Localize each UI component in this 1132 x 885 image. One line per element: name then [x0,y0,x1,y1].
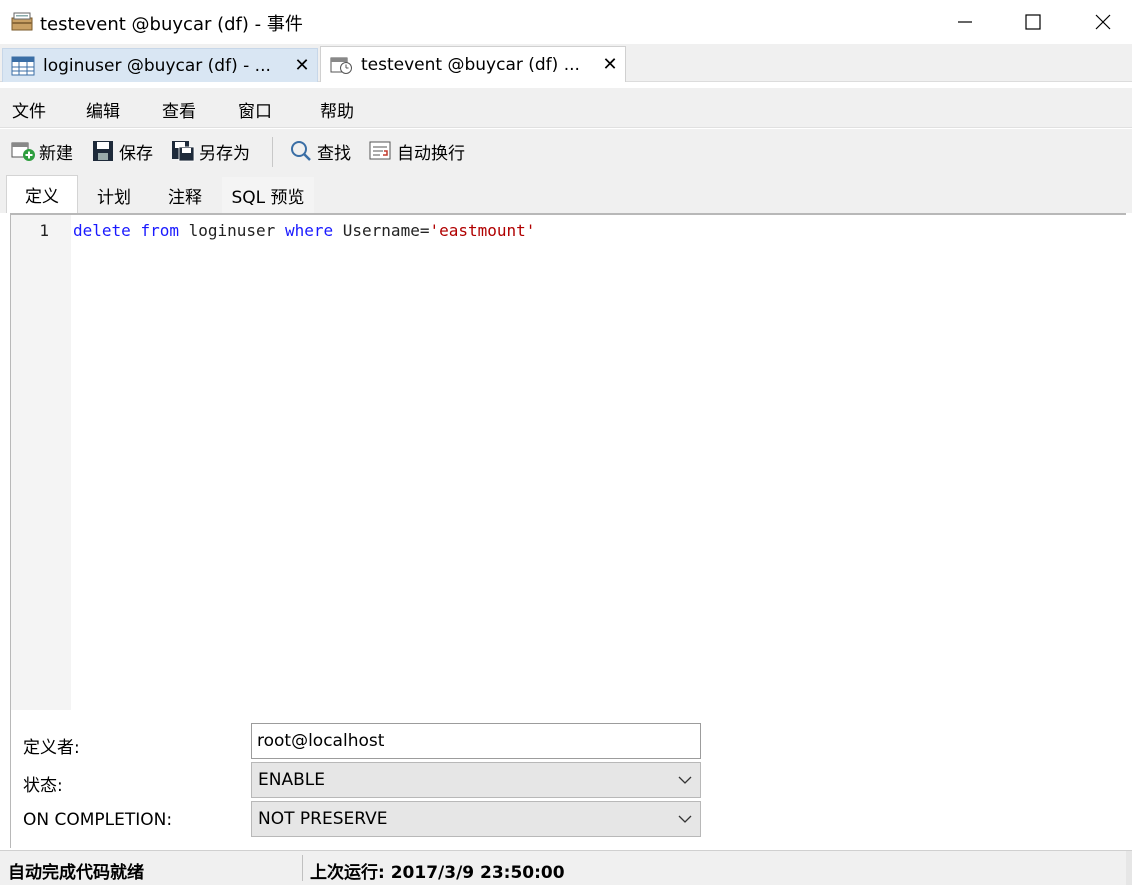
menu-window[interactable]: 窗口 [238,97,272,122]
menu-bar: 文件 编辑 查看 窗口 帮助 [0,88,1132,128]
maximize-icon [1025,14,1041,30]
tab-sql-preview[interactable]: SQL 预览 [222,177,314,213]
on-completion-selected-value: NOT PRESERVE [258,809,388,829]
find-button[interactable]: 查找 [288,137,351,165]
save-as-icon [172,141,195,162]
autocomplete-status: 自动完成代码就绪 [8,863,144,883]
on-completion-select[interactable]: NOT PRESERVE [251,801,701,837]
tab-schedule[interactable]: 计划 [80,177,148,213]
table-name: loginuser [188,221,276,240]
sql-editor[interactable]: 1 delete from loginuser where Username='… [10,213,1126,710]
condition-column: Username= [342,221,430,240]
status-bar: 自动完成代码就绪 上次运行: 2017/3/9 23:50:00 [0,850,1132,885]
resize-grip[interactable] [1126,851,1132,885]
editor-tab-bar: 定义 计划 注释 SQL 预览 [0,173,1132,213]
doc-tab-label: loginuser @buycar (df) - ... [43,55,271,76]
doc-tab-testevent[interactable]: testevent @buycar (df) ... ✕ [320,46,626,82]
status-separator [302,855,303,881]
search-icon [291,141,311,161]
menu-edit[interactable]: 编辑 [86,97,120,122]
save-as-button[interactable]: 另存为 [170,137,250,165]
save-button[interactable]: 保存 [90,137,153,165]
new-label: 新建 [39,143,73,164]
chevron-down-icon [678,815,692,823]
code-line[interactable]: delete from loginuser where Username='ea… [73,221,535,240]
status-selected-value: ENABLE [258,770,325,790]
word-wrap-button[interactable]: 自动换行 [368,137,465,165]
title-bar: testevent @buycar (df) - 事件 [0,0,1132,44]
definer-input[interactable] [251,723,701,759]
window-title: testevent @buycar (df) - 事件 [40,14,303,35]
toolbar-separator [272,137,273,167]
word-wrap-label: 自动换行 [397,143,465,164]
doc-tab-loginuser[interactable]: loginuser @buycar (df) - ... ✕ [2,48,318,82]
status-select[interactable]: ENABLE [251,762,701,798]
chevron-down-icon [678,776,692,784]
tab-comment[interactable]: 注释 [150,177,220,213]
new-button[interactable]: 新建 [10,137,73,165]
close-tab-icon[interactable]: ✕ [595,54,625,75]
document-tab-bar: loginuser @buycar (df) - ... ✕ testevent… [0,44,1132,82]
keyword-delete: delete [73,221,131,240]
menu-view[interactable]: 查看 [162,97,196,122]
keyword-where: where [284,221,334,240]
table-icon [11,56,35,75]
maximize-button[interactable] [998,0,1068,44]
last-run-status: 上次运行: 2017/3/9 23:50:00 [310,863,565,883]
keyword-from: from [140,221,179,240]
save-as-label: 另存为 [199,143,250,164]
word-wrap-icon [369,141,391,160]
menu-file[interactable]: 文件 [12,97,46,122]
definer-label: 定义者: [23,738,80,758]
minimize-button[interactable] [930,0,1000,44]
string-literal: 'eastmount' [429,221,536,240]
on-completion-label: ON COMPLETION: [23,810,173,830]
line-gutter: 1 [11,215,71,710]
status-label: 状态: [23,776,63,796]
save-label: 保存 [119,143,153,164]
toolbar: 新建 保存 另存为 查找 自动换行 [0,129,1132,173]
doc-tab-label: testevent @buycar (df) ... [361,54,580,75]
new-event-icon [11,142,35,161]
menu-help[interactable]: 帮助 [320,97,354,122]
event-icon [330,57,352,74]
event-app-icon [11,12,33,31]
find-label: 查找 [317,143,351,164]
line-number: 1 [39,221,49,240]
close-window-button[interactable] [1068,0,1132,44]
save-icon [93,141,113,161]
minimize-icon [958,21,972,23]
close-tab-icon[interactable]: ✕ [287,55,317,76]
tab-definition[interactable]: 定义 [6,175,78,213]
close-icon [1095,14,1111,30]
event-properties-form: 定义者: 状态: ENABLE ON COMPLETION: NOT PRESE… [10,710,1126,848]
